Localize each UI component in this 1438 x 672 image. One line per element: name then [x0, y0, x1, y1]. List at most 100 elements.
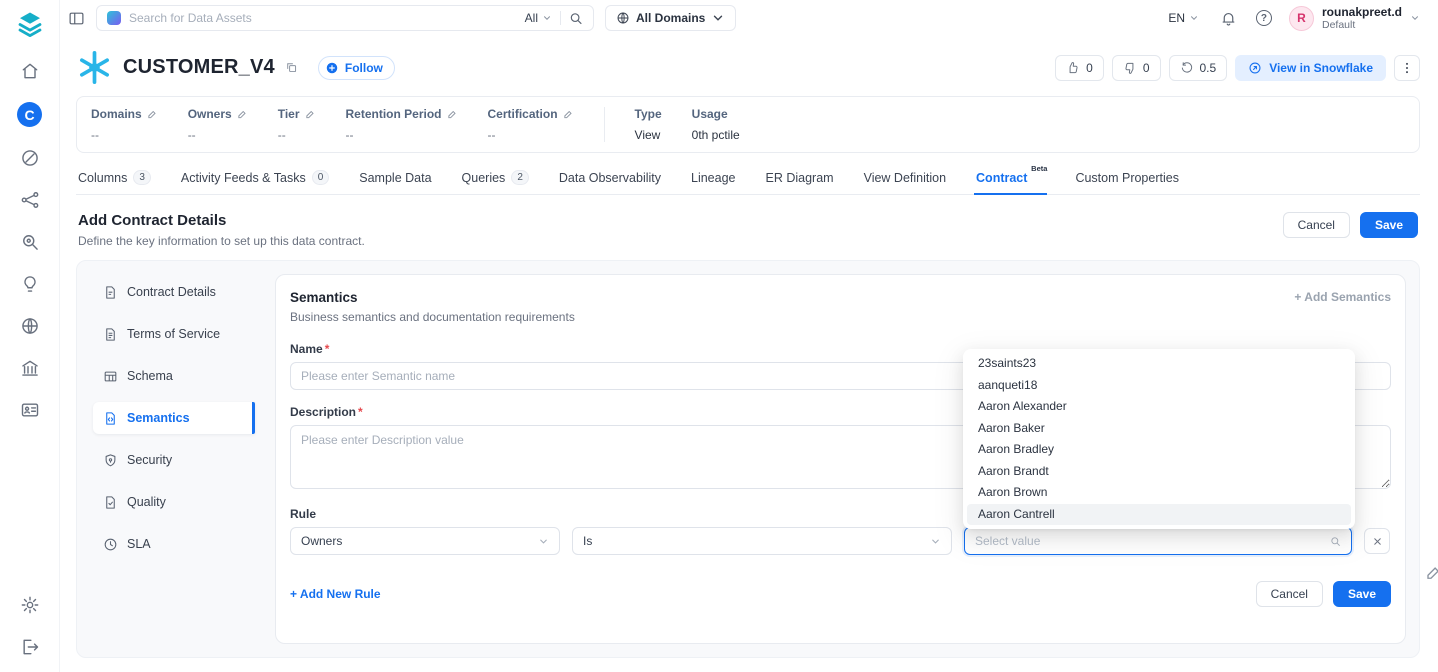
- dropdown-option[interactable]: 23saints23: [967, 353, 1351, 375]
- nav-security[interactable]: Security: [93, 444, 255, 476]
- dropdown-option[interactable]: Aaron Brandt: [967, 461, 1351, 483]
- logout-icon[interactable]: [19, 636, 41, 658]
- dropdown-option-highlighted[interactable]: Aaron Cantrell: [967, 504, 1351, 526]
- chevron-down-icon: [1410, 13, 1420, 23]
- security-icon: [103, 453, 118, 468]
- required-mark: *: [358, 405, 363, 419]
- tab-sample-data[interactable]: Sample Data: [357, 163, 433, 194]
- cancel-button[interactable]: Cancel: [1283, 212, 1350, 238]
- rule-field-select[interactable]: Owners: [290, 527, 560, 555]
- sidebar-toggle-icon[interactable]: [68, 10, 85, 27]
- nav-terms-of-service[interactable]: Terms of Service: [93, 318, 255, 350]
- terms-of-service-icon: [103, 327, 118, 342]
- search-icon[interactable]: [569, 11, 583, 25]
- rule-value-placeholder: Select value: [975, 534, 1040, 548]
- meta-value: --: [91, 128, 158, 142]
- search-icon: [1330, 536, 1341, 547]
- global-search-input[interactable]: [129, 11, 517, 25]
- external-link-icon: [1248, 61, 1262, 75]
- downvote-button[interactable]: 0: [1112, 55, 1161, 81]
- help-icon[interactable]: ?: [1256, 10, 1272, 26]
- form-save-button[interactable]: Save: [1333, 581, 1391, 607]
- tab-count: 0: [312, 170, 330, 185]
- meta-owners: Owners --: [188, 107, 248, 142]
- tab-contract[interactable]: ContractBeta: [974, 163, 1047, 194]
- edit-pencil-icon[interactable]: [447, 109, 458, 120]
- nav-quality[interactable]: Quality: [93, 486, 255, 518]
- more-actions-button[interactable]: [1394, 55, 1420, 81]
- copy-icon[interactable]: [285, 61, 298, 74]
- divider: [560, 11, 561, 25]
- rule-operator-select[interactable]: Is: [572, 527, 952, 555]
- chevron-down-icon: [711, 11, 725, 25]
- dropdown-option[interactable]: Aaron Alexander: [967, 396, 1351, 418]
- tab-lineage[interactable]: Lineage: [689, 163, 738, 194]
- settings-icon[interactable]: [19, 594, 41, 616]
- edit-pencil-icon[interactable]: [563, 109, 574, 120]
- chevron-down-icon: [538, 536, 549, 547]
- semantics-form-card: Semantics Business semantics and documen…: [275, 274, 1406, 644]
- search-scope-select[interactable]: All: [525, 11, 552, 25]
- domains-icon[interactable]: [19, 315, 41, 337]
- rule-row: Owners Is Select value: [290, 527, 1391, 555]
- collate-logo[interactable]: [15, 9, 45, 39]
- glossary-icon[interactable]: [19, 399, 41, 421]
- meta-certification: Certification --: [488, 107, 574, 142]
- edit-pencil-icon[interactable]: [237, 109, 248, 120]
- observability-icon[interactable]: [19, 231, 41, 253]
- insights-icon[interactable]: [19, 273, 41, 295]
- entity-actions: 0 0 0.5 View in Snowflake: [1055, 55, 1420, 81]
- dropdown-option[interactable]: Aaron Baker: [967, 418, 1351, 440]
- user-menu[interactable]: R rounakpreet.d Default: [1289, 6, 1420, 31]
- all-domains-button[interactable]: All Domains: [605, 5, 736, 31]
- snowflake-logo: [76, 49, 113, 86]
- nav-sla[interactable]: SLA: [93, 528, 255, 560]
- follow-plus-icon: [325, 61, 339, 75]
- tab-custom-properties[interactable]: Custom Properties: [1073, 163, 1181, 194]
- language-select[interactable]: EN: [1168, 11, 1199, 25]
- edit-pencil-icon[interactable]: [305, 109, 316, 120]
- dropdown-option[interactable]: aanqueti18: [967, 375, 1351, 397]
- form-subtitle: Business semantics and documentation req…: [290, 310, 575, 324]
- meta-label: Certification: [488, 107, 558, 121]
- tab-view-definition[interactable]: View Definition: [862, 163, 948, 194]
- tab-activity-feeds[interactable]: Activity Feeds & Tasks0: [179, 163, 331, 194]
- feedback-pencil-icon[interactable]: [1425, 564, 1438, 582]
- contract-nav: Contract Details Terms of Service Schema…: [93, 274, 255, 644]
- notifications-bell-icon[interactable]: [1220, 10, 1237, 27]
- required-mark: *: [325, 342, 330, 356]
- quality-icon: [103, 495, 118, 510]
- form-cancel-button[interactable]: Cancel: [1256, 581, 1323, 607]
- remove-rule-button[interactable]: [1364, 528, 1390, 554]
- entity-header: CUSTOMER_V4 Follow 0 0 0.5: [60, 36, 1438, 96]
- thumbs-up-icon: [1066, 61, 1080, 75]
- save-button[interactable]: Save: [1360, 212, 1418, 238]
- meta-label: Retention Period: [346, 107, 442, 121]
- nav-schema[interactable]: Schema: [93, 360, 255, 392]
- nav-semantics[interactable]: Semantics: [93, 402, 255, 434]
- edit-pencil-icon[interactable]: [147, 109, 158, 120]
- tab-queries[interactable]: Queries2: [460, 163, 531, 194]
- lineage-icon[interactable]: [19, 189, 41, 211]
- dropdown-option[interactable]: Aaron Brown: [967, 482, 1351, 504]
- global-search[interactable]: All: [96, 5, 594, 31]
- rule-value-select[interactable]: Select value: [964, 527, 1352, 555]
- govern-icon[interactable]: [19, 357, 41, 379]
- home-icon[interactable]: [19, 60, 41, 82]
- nav-contract-details[interactable]: Contract Details: [93, 276, 255, 308]
- tab-data-observability[interactable]: Data Observability: [557, 163, 663, 194]
- upvote-button[interactable]: 0: [1055, 55, 1104, 81]
- tab-columns[interactable]: Columns3: [76, 163, 153, 194]
- follow-button[interactable]: Follow: [318, 56, 395, 80]
- explore-icon[interactable]: [19, 147, 41, 169]
- meta-retention: Retention Period --: [346, 107, 458, 142]
- add-semantics-button[interactable]: + Add Semantics: [1294, 290, 1391, 304]
- meta-usage: Usage 0th pctile: [692, 107, 740, 142]
- tab-er-diagram[interactable]: ER Diagram: [764, 163, 836, 194]
- topbar: All All Domains EN ? R rounakp: [60, 0, 1438, 36]
- collate-app-icon[interactable]: C: [17, 102, 42, 127]
- dropdown-option[interactable]: Aaron Bradley: [967, 439, 1351, 461]
- view-in-snowflake-button[interactable]: View in Snowflake: [1235, 55, 1386, 81]
- add-new-rule-button[interactable]: + Add New Rule: [290, 587, 381, 601]
- version-button[interactable]: 0.5: [1169, 55, 1228, 81]
